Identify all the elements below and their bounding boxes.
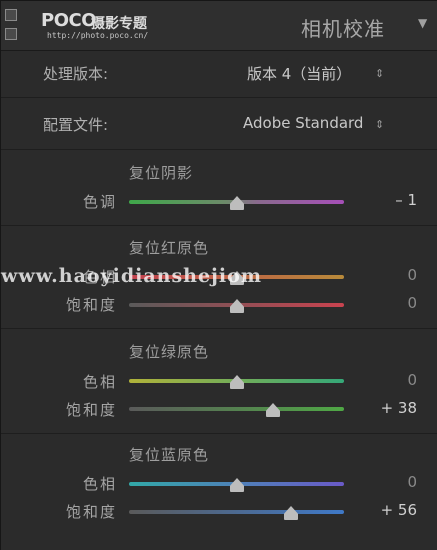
reset-shadows-link[interactable]: 复位阴影: [129, 162, 193, 183]
green-primary-section: 复位绿原色 色相 0 饱和度 + 38: [1, 329, 437, 434]
red-saturation-label: 饱和度: [65, 296, 117, 314]
red-saturation-value[interactable]: 0: [361, 294, 417, 312]
poco-logo: POCO 摄影专题 http://photo.poco.cn/: [41, 10, 181, 44]
logo-word: POCO: [41, 10, 97, 31]
blue-saturation-slider-track[interactable]: [129, 510, 344, 514]
square-icon[interactable]: [5, 9, 17, 21]
updown-arrow-icon[interactable]: ⇕: [375, 118, 384, 131]
process-version-row: 处理版本: 版本 4（当前） ⇕: [1, 51, 437, 98]
shadows-section: 复位阴影 色调 – 1: [1, 150, 437, 226]
reset-green-primary-link[interactable]: 复位绿原色: [129, 341, 209, 362]
blue-saturation-value[interactable]: + 56: [361, 501, 417, 519]
green-hue-value[interactable]: 0: [361, 371, 417, 389]
logo-subtitle: 摄影专题: [91, 16, 147, 32]
blue-saturation-label: 饱和度: [65, 503, 117, 521]
green-saturation-value[interactable]: + 38: [361, 399, 417, 417]
panel-title[interactable]: 相机校准: [301, 13, 385, 42]
green-hue-label: 色相: [82, 373, 117, 391]
updown-arrow-icon[interactable]: ⇕: [375, 67, 384, 80]
triangle-down-icon[interactable]: ▼: [418, 16, 427, 30]
tint-label: 色调: [82, 193, 117, 211]
green-saturation-label: 饱和度: [65, 401, 117, 419]
profile-row: 配置文件: Adobe Standard ⇕: [1, 98, 437, 150]
process-version-label: 处理版本:: [43, 65, 109, 83]
blue-hue-value[interactable]: 0: [361, 473, 417, 491]
blue-primary-section: 复位蓝原色 色相 0 饱和度 + 56: [1, 434, 437, 550]
watermark-text: www.haoyidianshejiom: [1, 265, 262, 287]
process-version-select[interactable]: 版本 4（当前）: [247, 63, 351, 84]
green-saturation-slider-track[interactable]: [129, 407, 344, 411]
profile-select[interactable]: Adobe Standard: [243, 114, 363, 132]
camera-calibration-panel: POCO 摄影专题 http://photo.poco.cn/ 相机校准 ▼ 处…: [0, 0, 437, 550]
logo-url: http://photo.poco.cn/: [47, 31, 149, 40]
profile-label: 配置文件:: [43, 116, 109, 134]
tint-value[interactable]: – 1: [361, 191, 417, 209]
blue-hue-label: 色相: [82, 475, 117, 493]
panel-header[interactable]: POCO 摄影专题 http://photo.poco.cn/ 相机校准 ▼: [1, 1, 437, 51]
square-icon[interactable]: [5, 28, 17, 40]
reset-blue-primary-link[interactable]: 复位蓝原色: [129, 444, 209, 465]
reset-red-primary-link[interactable]: 复位红原色: [129, 237, 209, 258]
